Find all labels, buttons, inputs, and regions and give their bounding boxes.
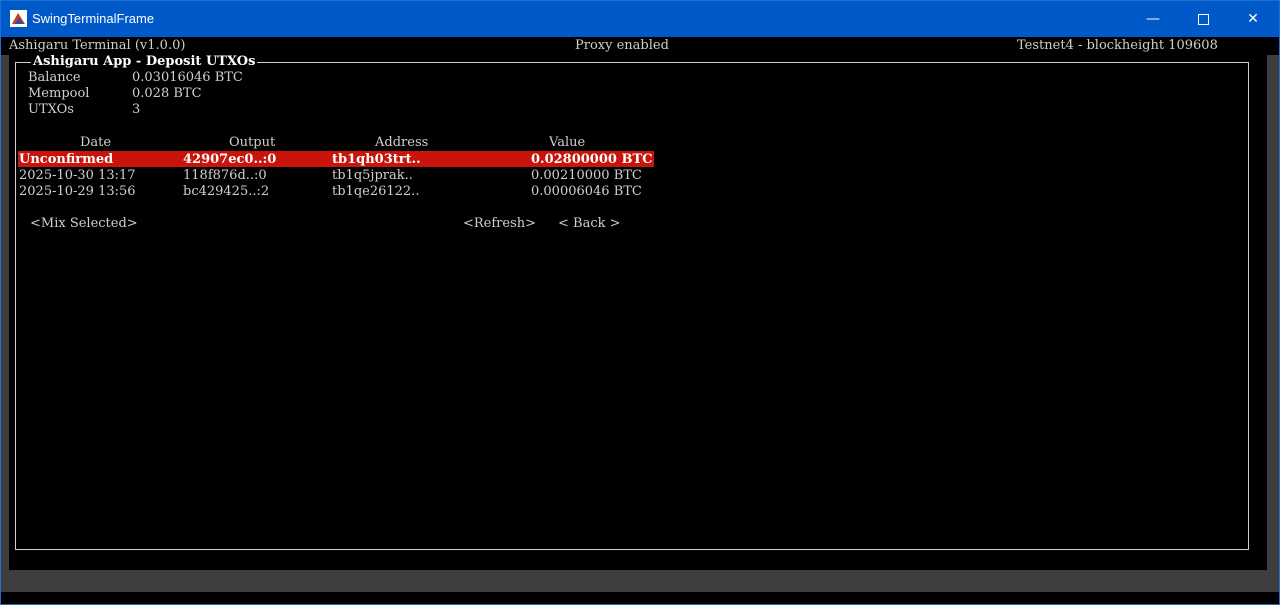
balance-value: 0.03016046 BTC bbox=[132, 70, 243, 85]
panel-title: Ashigaru App - Deposit UTXOs bbox=[31, 54, 258, 69]
network-status: Testnet4 - blockheight 109608 bbox=[1017, 38, 1218, 53]
utxos-value: 3 bbox=[132, 102, 141, 117]
terminal-screen[interactable]: Ashigaru Terminal (v1.0.0) Proxy enabled… bbox=[1, 37, 1279, 599]
refresh-button[interactable]: <Refresh> bbox=[463, 216, 536, 231]
window-title: SwingTerminalFrame bbox=[32, 11, 155, 26]
row-address[interactable]: tb1q5jprak.. bbox=[332, 168, 413, 183]
minimize-button[interactable]: — bbox=[1130, 1, 1176, 37]
row-address[interactable]: tb1qh03trt.. bbox=[332, 152, 421, 167]
row-output[interactable]: 42907ec0..:0 bbox=[183, 152, 276, 167]
mempool-value: 0.028 BTC bbox=[132, 86, 202, 101]
close-button[interactable]: ✕ bbox=[1230, 1, 1276, 37]
column-header-output: Output bbox=[229, 135, 276, 150]
row-output[interactable]: bc429425..:2 bbox=[183, 184, 269, 199]
title-bar[interactable]: SwingTerminalFrame — ✕ bbox=[1, 1, 1279, 37]
maximize-button[interactable] bbox=[1180, 1, 1226, 37]
column-header-value: Value bbox=[549, 135, 586, 150]
terminal-border-bottom bbox=[1, 570, 1279, 592]
maximize-icon bbox=[1197, 13, 1209, 25]
terminal-border-right bbox=[1267, 55, 1279, 570]
terminal-border-left bbox=[1, 55, 9, 570]
mempool-label: Mempool bbox=[28, 86, 90, 101]
app-version-label: Ashigaru Terminal (v1.0.0) bbox=[9, 38, 186, 53]
row-address[interactable]: tb1qe26122.. bbox=[332, 184, 419, 199]
proxy-status: Proxy enabled bbox=[575, 38, 669, 53]
app-window: SwingTerminalFrame — ✕ Ashigaru Terminal… bbox=[0, 0, 1280, 605]
row-value[interactable]: 0.00006046 BTC bbox=[531, 184, 642, 199]
row-value[interactable]: 0.00210000 BTC bbox=[531, 168, 642, 183]
balance-label: Balance bbox=[28, 70, 81, 85]
minimize-icon: — bbox=[1146, 11, 1160, 27]
mix-selected-button[interactable]: <Mix Selected> bbox=[30, 216, 138, 231]
row-date[interactable]: 2025-10-30 13:17 bbox=[19, 168, 136, 183]
column-header-address: Address bbox=[375, 135, 429, 150]
close-icon: ✕ bbox=[1247, 11, 1259, 27]
row-output[interactable]: 118f876d..:0 bbox=[183, 168, 267, 183]
terminal-footer bbox=[1, 592, 1279, 599]
java-app-icon bbox=[10, 10, 27, 27]
row-date[interactable]: Unconfirmed bbox=[19, 152, 113, 167]
row-value[interactable]: 0.02800000 BTC bbox=[531, 152, 652, 167]
utxos-label: UTXOs bbox=[28, 102, 74, 117]
row-date[interactable]: 2025-10-29 13:56 bbox=[19, 184, 136, 199]
back-button[interactable]: < Back > bbox=[558, 216, 621, 231]
column-header-date: Date bbox=[80, 135, 112, 150]
deposit-panel-frame bbox=[15, 62, 1249, 550]
